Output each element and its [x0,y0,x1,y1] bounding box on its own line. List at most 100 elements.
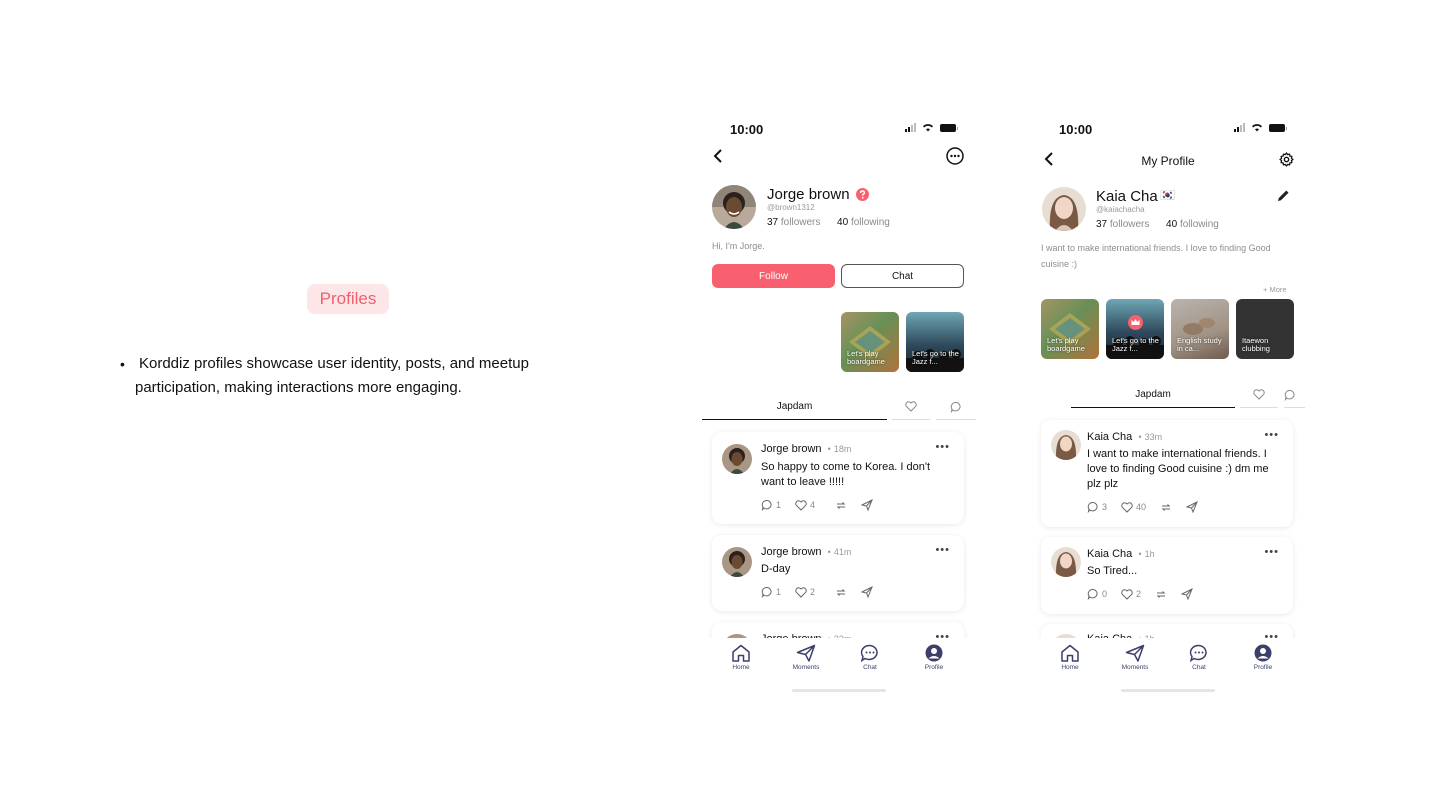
page-title: My Profile [1141,154,1195,168]
post-card[interactable]: Jorge brown • 41m ••• D-day 1 2 [712,535,964,611]
home-indicator [792,689,886,692]
back-button[interactable] [708,146,728,166]
edit-profile-button[interactable] [1275,187,1291,203]
nav-home[interactable]: Home [716,644,766,671]
nav-chat[interactable]: Chat [845,644,895,671]
like-button[interactable]: 4 [795,499,815,511]
share-button[interactable] [1186,501,1198,513]
nav-home[interactable]: Home [1045,644,1095,671]
wifi-icon [1252,124,1262,132]
post-text: So Tired... [1087,565,1138,577]
post-actions: 1 4 [761,499,887,511]
nav-moments[interactable]: Moments [1110,644,1160,671]
profile-name: Kaia Cha [1096,188,1158,205]
send-icon [1186,501,1198,513]
repost-button[interactable] [1155,589,1167,600]
repost-button[interactable] [835,500,847,511]
home-icon [732,644,750,662]
comment-button[interactable]: 3 [1087,501,1107,513]
post-card[interactable]: Jorge brown • 18m ••• So happy to come t… [712,432,964,524]
following-link[interactable]: 40 following [1166,219,1219,230]
share-button[interactable] [861,499,873,511]
thumb-caption: Let's play boardgame [847,349,885,366]
meetup-thumb-boardgame[interactable]: Let's play boardgame [841,312,899,372]
meetup-thumb-boardgame[interactable]: Let's play boardgame [1041,299,1099,359]
post-more-button[interactable]: ••• [1264,429,1279,441]
followers-link[interactable]: 37 followers [1096,219,1149,230]
flag-korea-icon: 🇰🇷 [1160,188,1175,202]
phone-user-profile: 10:00 Jorge brown @brown1312 37 follower… [702,110,976,700]
meetup-thumb-jazz[interactable]: Let's go to the Jazz f... [1106,299,1164,359]
meetup-thumb-jazz[interactable]: Let's go to the Jazz f... [906,312,964,372]
nav-moments[interactable]: Moments [781,644,831,671]
nav-chat[interactable]: Chat [1174,644,1224,671]
share-button[interactable] [1181,588,1193,600]
nav-moments-label: Moments [1121,664,1149,671]
bullet-marker: • [120,356,125,372]
more-meetups-link[interactable]: + More [1263,285,1287,294]
gear-icon [1278,151,1294,167]
following-link[interactable]: 40 following [837,217,890,228]
heart-icon [795,499,807,511]
heart-icon [1253,389,1265,400]
followers-link[interactable]: 37 followers [767,217,820,228]
wifi-icon [923,124,933,132]
meetup-thumb-itaewon[interactable]: Itaewon clubbing [1236,299,1294,359]
profile-tabs: Japdam [702,394,976,420]
post-more-button[interactable]: ••• [1264,546,1279,558]
follow-button[interactable]: Follow [712,264,835,288]
signal-icon [1234,123,1245,132]
comment-count: 0 [1102,589,1108,599]
heart-icon [795,586,807,598]
post-card[interactable]: Kaia Cha • 33m ••• I want to make intern… [1041,420,1293,527]
repost-icon [836,501,846,509]
post-card[interactable]: Kaia Cha • 1h ••• So Tired... 0 2 [1041,537,1293,614]
like-button[interactable]: 2 [795,586,815,598]
share-button[interactable] [861,586,873,598]
nav-home-label: Home [1061,664,1079,671]
send-icon [1125,644,1145,662]
post-actions: 0 2 [1087,588,1207,600]
like-button[interactable]: 2 [1121,588,1141,600]
tab-likes[interactable] [892,394,930,420]
tab-japdam[interactable]: Japdam [702,394,887,420]
comment-icon [1087,502,1098,513]
tab-comments[interactable] [1284,382,1305,408]
comment-button[interactable]: 1 [761,499,781,511]
thumb-caption: Let's go to the Jazz f... [1112,336,1159,353]
nav-profile[interactable]: Profile [1238,644,1288,671]
nav-profile[interactable]: Profile [909,644,959,671]
tab-likes[interactable] [1240,382,1278,408]
like-button[interactable]: 40 [1121,501,1146,513]
more-options-button[interactable] [945,146,965,166]
repost-button[interactable] [835,587,847,598]
tab-japdam[interactable]: Japdam [1071,382,1235,408]
post-more-button[interactable]: ••• [935,441,950,453]
help-badge-button[interactable] [855,187,869,201]
chat-button[interactable]: Chat [841,264,964,288]
nav-moments-label: Moments [792,664,820,671]
post-time: 41m [833,547,852,557]
post-text: I want to make international friends. I … [1087,448,1269,490]
comment-button[interactable]: 0 [1087,588,1107,600]
nav-profile-label: Profile [924,664,944,671]
chat-bubble-icon [860,644,878,662]
signal-icon [905,123,916,132]
settings-button[interactable] [1276,149,1296,169]
profile-bio: I want to make international friends. I … [1041,243,1271,269]
post-more-button[interactable]: ••• [935,544,950,556]
post-author: Jorge brown [761,546,822,558]
post-avatar [722,547,752,577]
comment-button[interactable]: 1 [761,586,781,598]
profile-handle: @kaiachacha [1096,205,1145,214]
section-tag: Profiles [307,284,389,314]
post-actions: 3 40 [1087,501,1212,513]
chevron-left-icon [713,149,722,163]
tab-comments[interactable] [936,394,976,420]
send-icon [1181,588,1193,600]
meetup-thumb-english[interactable]: English study in ca... [1171,299,1229,359]
post-author: Kaia Cha [1087,548,1133,560]
chat-bubble-icon [1189,644,1207,662]
post-text: D-day [761,563,791,575]
repost-button[interactable] [1160,502,1172,513]
